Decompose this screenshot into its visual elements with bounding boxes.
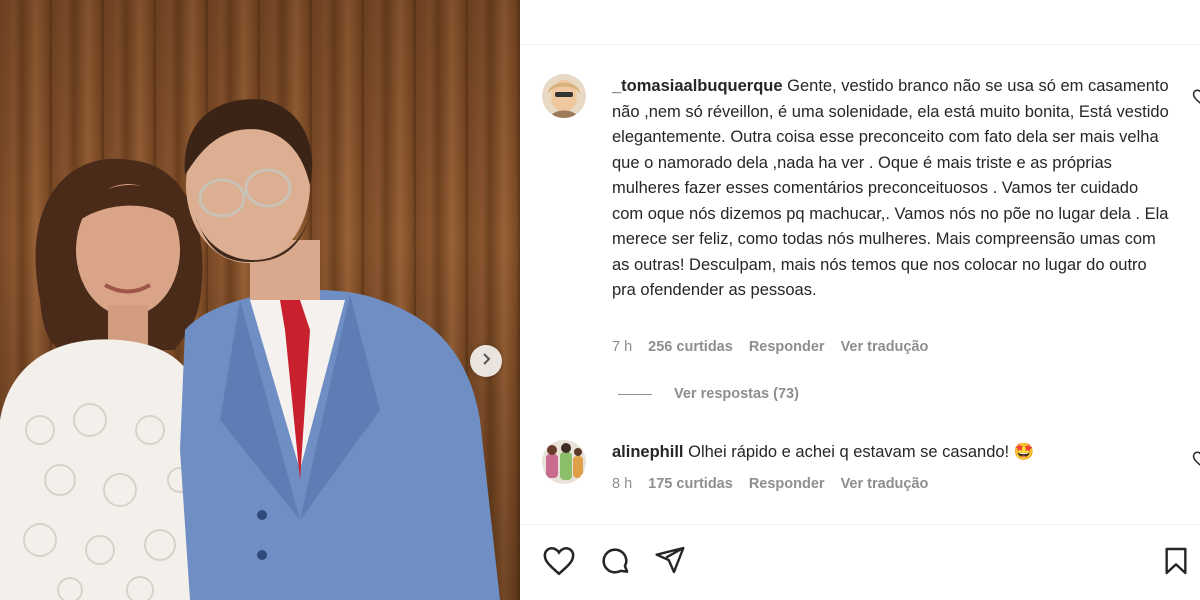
comment-text-block: _tomasiaalbuquerque Gente, vestido branc… bbox=[612, 74, 1172, 304]
post-action-bar bbox=[542, 544, 1192, 580]
chevron-right-icon bbox=[479, 352, 493, 371]
comment-icon[interactable] bbox=[598, 544, 632, 583]
translate-button[interactable]: Ver tradução bbox=[841, 339, 929, 355]
translate-button[interactable]: Ver tradução bbox=[841, 476, 929, 492]
heart-icon[interactable] bbox=[542, 544, 576, 583]
comment-body: Olhei rápido e achei q estavam se casand… bbox=[688, 443, 1035, 461]
reply-button[interactable]: Responder bbox=[749, 339, 825, 355]
comment-likes[interactable]: 175 curtidas bbox=[648, 476, 733, 492]
like-comment-button[interactable] bbox=[1192, 450, 1200, 473]
divider bbox=[520, 44, 1200, 45]
like-comment-button[interactable] bbox=[1192, 88, 1200, 111]
comments-panel: _tomasiaalbuquerque Gente, vestido branc… bbox=[520, 0, 1200, 600]
heart-icon bbox=[1192, 451, 1200, 472]
view-replies-button[interactable]: Ver respostas (73) bbox=[618, 386, 799, 402]
comment-username[interactable]: _tomasiaalbuquerque bbox=[612, 77, 783, 95]
comment-text-block: alinephill Olhei rápido e achei q estava… bbox=[612, 440, 1172, 466]
photo-people bbox=[0, 99, 500, 600]
comment-body: Gente, vestido branco não se usa só em c… bbox=[612, 77, 1169, 299]
bookmark-icon[interactable] bbox=[1160, 544, 1192, 583]
replies-dash bbox=[618, 393, 652, 395]
comment-time: 7 h bbox=[612, 339, 633, 355]
comment-username[interactable]: alinephill bbox=[612, 443, 684, 461]
divider bbox=[520, 524, 1200, 525]
comment-time: 8 h bbox=[612, 476, 633, 492]
post-photo bbox=[0, 0, 520, 600]
comment-meta: 8 h 175 curtidas Responder Ver tradução bbox=[612, 476, 928, 492]
view-replies-label: Ver respostas (73) bbox=[674, 386, 799, 402]
heart-icon bbox=[1192, 89, 1200, 110]
reply-button[interactable]: Responder bbox=[749, 476, 825, 492]
comment-meta: 7 h 256 curtidas Responder Ver tradução bbox=[612, 339, 928, 355]
next-photo-button[interactable] bbox=[470, 345, 502, 377]
avatar[interactable] bbox=[542, 74, 586, 118]
comment-likes[interactable]: 256 curtidas bbox=[648, 339, 733, 355]
send-icon[interactable] bbox=[654, 544, 686, 581]
avatar[interactable] bbox=[542, 440, 586, 484]
